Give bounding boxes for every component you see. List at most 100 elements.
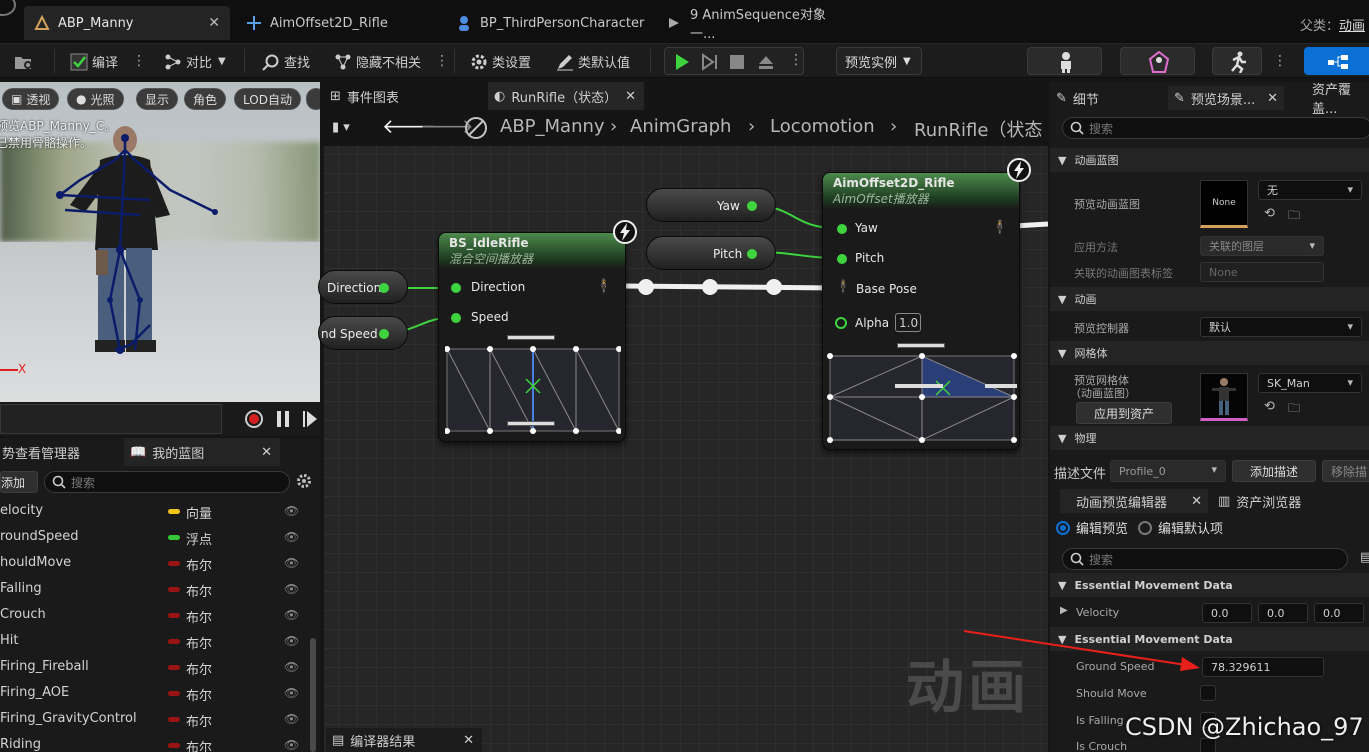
breadcrumb-abp-manny[interactable]: ABP_Manny [500, 116, 605, 137]
pose-output-icon[interactable]: 🕴 [991, 220, 1008, 236]
browse-button[interactable] [14, 48, 32, 74]
hide-unrelated-button[interactable]: 隐藏不相关 ⋮ [334, 48, 449, 74]
ground-speed-field[interactable]: 78.329611 [1202, 657, 1324, 677]
close-icon[interactable]: ✕ [1267, 91, 1278, 106]
compile-button[interactable]: 编译 ⋮ [70, 48, 146, 74]
pitch-input-pin[interactable] [837, 254, 847, 264]
variable-row[interactable]: Falling 布尔 👁 [0, 577, 310, 603]
variable-row[interactable]: houldMove 布尔 👁 [0, 551, 310, 577]
preview-mesh-dropdown[interactable]: SK_Man ▾ [1258, 373, 1362, 393]
eye-icon[interactable]: 👁 [284, 660, 299, 674]
close-icon[interactable]: ✕ [261, 445, 272, 460]
alpha-value-field[interactable]: 1.0 [895, 313, 921, 332]
alpha-input-pin[interactable] [835, 317, 847, 329]
step-forward-icon[interactable] [701, 53, 719, 75]
direction-variable-node[interactable]: Direction [318, 270, 408, 304]
diff-button[interactable]: 对比 ▼ [164, 48, 226, 74]
stop-icon[interactable] [729, 54, 745, 74]
skeleton-mode-button[interactable] [1027, 47, 1102, 75]
asset-thumbnail[interactable]: None [1200, 180, 1248, 228]
output-pin[interactable] [379, 329, 389, 339]
pose-output-icon[interactable]: 🕴 [595, 279, 612, 295]
should-move-checkbox[interactable] [1200, 685, 1216, 701]
viewport-more-button[interactable] [306, 88, 320, 110]
bookmark-icon[interactable]: ▮ ▾ [332, 120, 350, 135]
pause-icon[interactable] [276, 410, 290, 432]
tab-runrifle-state[interactable]: ◐ RunRifle（状态） ✕ [488, 82, 644, 110]
variable-row[interactable]: Hit 布尔 👁 [0, 629, 310, 655]
section-animation[interactable]: ▼ 动画 [1050, 287, 1369, 311]
tab-anim-sequence[interactable]: 9 AnimSequence对象一... [656, 6, 856, 42]
section-physics[interactable]: ▼ 物理 [1050, 426, 1369, 450]
perspective-button[interactable]: ▣ 透视 [2, 88, 60, 110]
preview-anim-bp-dropdown[interactable]: 无 ▾ [1258, 180, 1362, 200]
close-icon[interactable]: ✕ [208, 15, 220, 31]
more-icon[interactable]: ⋮ [1273, 53, 1287, 69]
tab-compiler-results[interactable]: ▤ 编译器结果 ✕ [326, 728, 482, 752]
play-icon[interactable] [673, 53, 691, 75]
eye-icon[interactable]: 👁 [284, 738, 299, 752]
velocity-x-field[interactable]: 0.0 [1202, 603, 1252, 623]
blueprint-mode-button[interactable] [1304, 47, 1369, 75]
gear-icon[interactable] [296, 473, 312, 493]
apply-to-asset-button[interactable]: 应用到资产 [1076, 402, 1172, 424]
apply-method-dropdown[interactable]: 关联的图层 ▾ [1200, 236, 1324, 256]
edit-defaults-radio[interactable]: 编辑默认项 [1138, 518, 1223, 537]
breadcrumb-animgraph[interactable]: AnimGraph [630, 116, 731, 137]
variable-row[interactable]: Firing_Fireball 布尔 👁 [0, 655, 310, 681]
blendspace-slider[interactable] [507, 421, 555, 426]
preview-search-input[interactable]: 搜索 [1062, 548, 1348, 570]
mesh-mode-button[interactable] [1120, 47, 1195, 75]
section-anim-blueprint[interactable]: ▼ 动画蓝图 [1050, 148, 1369, 172]
tab-event-graph[interactable]: ⊞ 事件图表 [330, 82, 399, 110]
tab-anim-preview-editor[interactable]: 动画预览编辑器 ✕ [1060, 489, 1208, 513]
details-search-input[interactable]: 搜索 [1062, 117, 1369, 139]
class-settings-button[interactable]: 类设置 [470, 48, 531, 74]
linked-tag-field[interactable]: None [1200, 262, 1324, 282]
animation-mode-button[interactable] [1212, 47, 1262, 75]
class-defaults-button[interactable]: 类默认值 [556, 48, 630, 74]
close-icon[interactable]: ✕ [463, 733, 474, 748]
show-button[interactable]: 显示 [136, 88, 179, 110]
tab-bp-third-person[interactable]: BP_ThirdPersonCharacter [446, 6, 652, 40]
eye-icon[interactable]: 👁 [284, 686, 299, 700]
reset-icon[interactable]: ⟲ [1264, 206, 1275, 221]
section-mesh[interactable]: ▼ 网格体 [1050, 341, 1369, 365]
more-icon[interactable]: ⋮ [789, 52, 803, 68]
ground-speed-variable-node[interactable]: nd Speed [318, 316, 408, 350]
preview-instance-dropdown[interactable]: 预览实例 ▼ [836, 47, 922, 75]
search-input[interactable]: 搜索 [44, 471, 290, 493]
find-button[interactable]: 查找 [262, 48, 310, 74]
eject-icon[interactable] [757, 53, 775, 75]
blendspace-slider[interactable] [507, 335, 555, 340]
mesh-thumbnail[interactable] [1200, 373, 1248, 421]
variable-row[interactable]: roundSpeed 浮点 👁 [0, 525, 310, 551]
lighting-button[interactable]: ● 光照 [67, 88, 124, 110]
velocity-z-field[interactable]: 0.0 [1314, 603, 1364, 623]
browse-folder-icon[interactable]: 🗀 [1288, 206, 1300, 227]
more-icon[interactable]: ⋮ [435, 53, 449, 69]
speed-input-pin[interactable] [451, 313, 461, 323]
step-icon[interactable] [302, 410, 318, 432]
tab-asset-override[interactable]: 资产覆盖... [1312, 83, 1369, 117]
eye-icon[interactable]: 👁 [284, 556, 299, 570]
record-icon[interactable] [244, 409, 264, 433]
variable-row[interactable]: Firing_GravityControl 布尔 👁 [0, 707, 310, 733]
tab-pose-watch[interactable]: 势查看管理器 [2, 438, 80, 466]
output-pin[interactable] [747, 249, 757, 259]
preview-controller-dropdown[interactable]: 默认 ▾ [1200, 317, 1362, 337]
eye-icon[interactable]: 👁 [284, 608, 299, 622]
variable-row[interactable]: elocity 向量 👁 [0, 499, 310, 525]
add-button[interactable]: 添加 [0, 471, 38, 493]
edit-preview-radio[interactable]: 编辑预览 [1056, 518, 1128, 537]
section-essential-movement-data[interactable]: ▼ Essential Movement Data [1050, 573, 1369, 597]
variable-row[interactable]: Firing_AOE 布尔 👁 [0, 681, 310, 707]
browse-folder-icon[interactable]: 🗀 [1288, 399, 1300, 420]
direction-input-pin[interactable] [451, 283, 461, 293]
preview-viewport[interactable]: ▣ 透视 ● 光照 显示 角色 LOD自动 预览ABP_Manny_C。 已禁用骨骼… [0, 82, 320, 402]
eye-icon[interactable]: 👁 [284, 712, 299, 726]
aimoffset-slider[interactable] [897, 343, 945, 348]
chevron-right-icon[interactable]: ▶ [1060, 605, 1068, 616]
eye-icon[interactable]: 👁 [284, 582, 299, 596]
list-icon[interactable]: ▤ [1360, 550, 1369, 565]
